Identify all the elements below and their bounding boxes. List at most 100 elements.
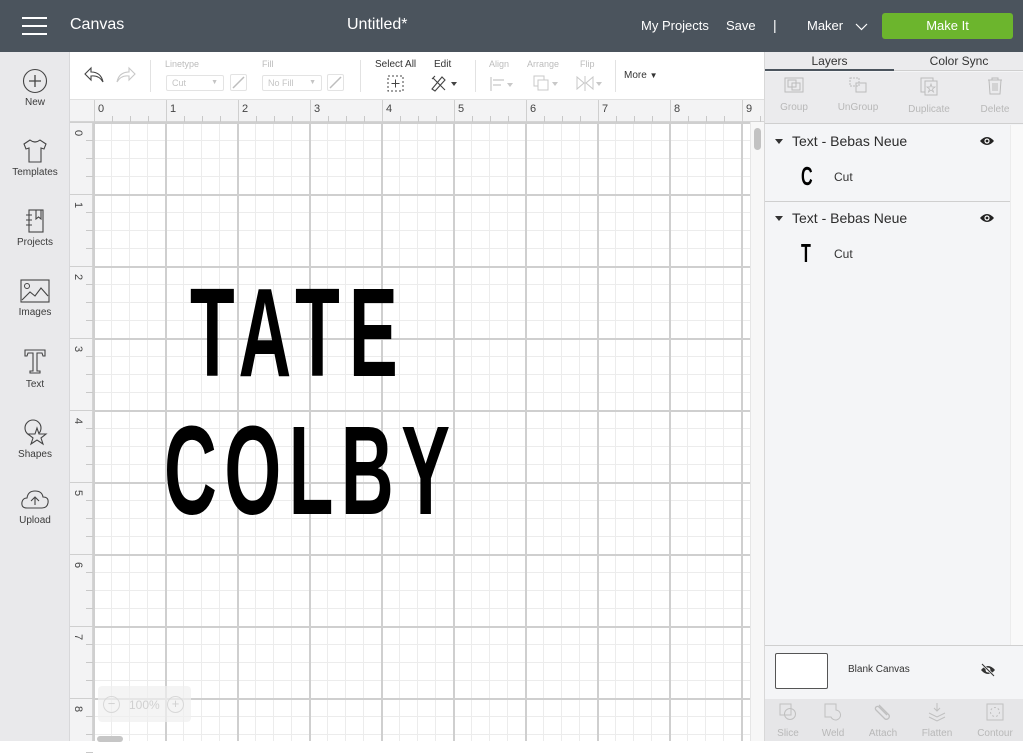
group-button[interactable]: Group (762, 76, 826, 113)
layer-group: Text - Bebas Neue C Cut (765, 125, 1010, 202)
bottom-actions-bar: Slice Weld Attach Flatten Contour (765, 699, 1023, 741)
eye-icon[interactable] (979, 135, 995, 147)
contour-button[interactable]: Contour (970, 702, 1020, 739)
save-link[interactable]: Save (726, 18, 756, 33)
eye-hidden-icon[interactable] (980, 663, 996, 677)
ruler-major-tick (70, 626, 93, 627)
linetype-color-swatch[interactable] (230, 74, 247, 91)
ruler-major-tick (70, 554, 93, 555)
toolbar-divider (615, 60, 616, 92)
ruler-major-tick (598, 100, 599, 122)
ruler-label: 7 (72, 633, 85, 641)
design-canvas[interactable]: TATE COLBY (93, 122, 750, 741)
machine-select[interactable]: Maker (807, 18, 868, 33)
undo-icon[interactable] (83, 65, 105, 85)
ruler-label: 2 (72, 273, 85, 281)
dropdown-arrow-icon: ▼ (211, 79, 218, 86)
delete-label: Delete (980, 104, 1010, 115)
ruler-minor-tick (86, 374, 93, 375)
sidebar-item-text[interactable]: Text (0, 348, 70, 408)
sidebar-label: New (24, 97, 45, 108)
slice-button[interactable]: Slice (763, 702, 813, 739)
fill-select[interactable]: No Fill ▼ (262, 75, 322, 91)
text-t-icon (24, 349, 46, 374)
align-icon[interactable] (489, 76, 515, 92)
layer-name: Text - Bebas Neue (792, 210, 908, 226)
layer-header[interactable]: Text - Bebas Neue (765, 210, 1010, 228)
ruler-major-tick (166, 100, 167, 122)
canvas-text-tate[interactable]: TATE (190, 270, 407, 396)
caret-down-icon[interactable] (775, 139, 783, 144)
flip-icon[interactable] (575, 75, 603, 92)
align-label: Align (489, 59, 510, 69)
redo-icon[interactable] (115, 65, 137, 85)
blank-canvas-row: Blank Canvas (765, 645, 1023, 699)
layer-header[interactable]: Text - Bebas Neue (765, 133, 1010, 151)
weld-icon (824, 703, 842, 721)
layers-scrollbar[interactable] (1010, 125, 1023, 645)
tab-color-sync[interactable]: Color Sync (894, 52, 1023, 71)
sidebar-item-templates[interactable]: Templates (0, 138, 70, 198)
vertical-scroll-thumb[interactable] (754, 128, 761, 150)
sidebar-item-new[interactable]: New (0, 68, 70, 128)
linetype-select[interactable]: Cut ▼ (166, 75, 224, 91)
ruler-minor-tick (86, 590, 93, 591)
document-title[interactable]: Untitled* (347, 16, 407, 34)
toolbar-divider (360, 60, 361, 92)
fill-label: Fill (262, 59, 274, 69)
flatten-button[interactable]: Flatten (912, 702, 962, 739)
ruler-major-tick (526, 100, 527, 122)
attach-button[interactable]: Attach (858, 702, 908, 739)
caret-down-icon[interactable] (775, 216, 783, 221)
horizontal-ruler: 0 1 2 3 4 5 6 7 8 9 (70, 100, 797, 122)
delete-button[interactable]: Delete (963, 76, 1023, 115)
duplicate-button[interactable]: Duplicate (897, 76, 961, 115)
my-projects-link[interactable]: My Projects (641, 18, 709, 33)
ungroup-button[interactable]: UnGroup (826, 76, 890, 113)
ruler-minor-tick (86, 212, 93, 213)
blank-canvas-label: Blank Canvas (848, 664, 910, 675)
sidebar-item-projects[interactable]: Projects (0, 208, 70, 268)
horizontal-scroll-thumb[interactable] (97, 736, 123, 742)
more-menu[interactable]: More ▼ (624, 70, 658, 81)
layer-item[interactable]: T Cut (765, 238, 1010, 270)
contour-label: Contour (977, 728, 1013, 739)
ruler-major-tick (238, 100, 239, 122)
ruler-minor-tick (86, 446, 93, 447)
fill-color-swatch[interactable] (327, 74, 344, 91)
canvas-text-colby[interactable]: COLBY (164, 408, 457, 534)
eye-icon[interactable] (979, 212, 995, 224)
sidebar-item-images[interactable]: Images (0, 278, 70, 338)
select-all-label: Select All (375, 59, 417, 70)
dropdown-arrow-icon: ▼ (309, 79, 316, 86)
sidebar-item-shapes[interactable]: Shapes (0, 418, 70, 478)
tab-layers[interactable]: Layers (765, 52, 894, 71)
ruler-major-tick (454, 100, 455, 122)
slice-label: Slice (777, 728, 799, 739)
layer-operation: Cut (834, 170, 853, 184)
menu-icon[interactable] (22, 17, 47, 35)
tshirt-icon (23, 139, 47, 163)
layer-name: Text - Bebas Neue (792, 133, 908, 149)
sidebar-label: Images (18, 307, 52, 318)
attach-label: Attach (868, 728, 898, 739)
layer-item[interactable]: C Cut (765, 161, 1010, 193)
layers-list: Text - Bebas Neue C Cut Text - Bebas Neu… (765, 125, 1010, 279)
ungroup-icon (849, 77, 867, 93)
sidebar-item-upload[interactable]: Upload (0, 488, 70, 548)
slice-icon (779, 703, 796, 720)
ruler-minor-tick (86, 500, 93, 501)
select-all-icon[interactable] (387, 75, 404, 92)
vertical-scrollbar[interactable] (750, 122, 764, 741)
group-icon (784, 77, 804, 93)
sidebar-label: Text (25, 379, 45, 390)
canvas-color-swatch[interactable] (775, 653, 828, 689)
weld-label: Weld (821, 728, 845, 739)
edit-tools-icon[interactable] (430, 74, 458, 92)
make-it-button[interactable]: Make It (882, 13, 1013, 39)
ruler-minor-tick (86, 428, 93, 429)
zoom-in-button[interactable]: + (167, 696, 184, 713)
arrange-icon[interactable] (532, 74, 560, 93)
zoom-out-button[interactable]: − (103, 696, 120, 713)
weld-button[interactable]: Weld (808, 702, 858, 739)
